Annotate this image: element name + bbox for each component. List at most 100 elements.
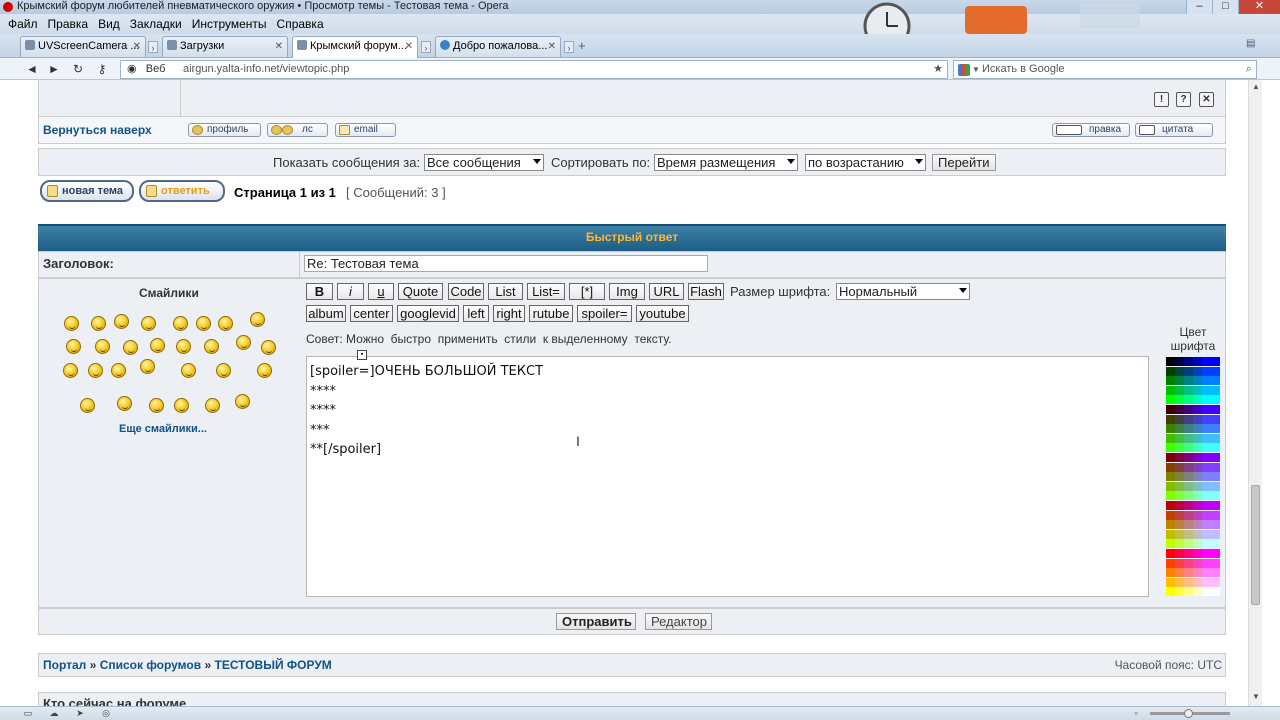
color-swatch[interactable] [1166, 414, 1175, 424]
menu-tools[interactable]: Инструменты [192, 17, 267, 31]
smiley-icon[interactable] [95, 339, 110, 354]
color-swatch[interactable] [1175, 376, 1184, 386]
tab-scroll-icon[interactable]: › [148, 41, 158, 53]
color-swatch[interactable] [1193, 433, 1202, 443]
color-swatch[interactable] [1193, 577, 1202, 587]
color-swatch[interactable] [1184, 539, 1193, 549]
smiley-icon[interactable] [141, 316, 156, 331]
color-swatch[interactable] [1202, 558, 1211, 568]
color-swatch[interactable] [1211, 520, 1220, 530]
code-button[interactable]: Code [448, 283, 484, 300]
smiley-icon[interactable] [117, 396, 132, 411]
smiley-icon[interactable] [204, 339, 219, 354]
close-tab-icon[interactable]: ✕ [133, 37, 141, 56]
color-swatch[interactable] [1166, 501, 1175, 510]
color-swatch[interactable] [1202, 539, 1211, 549]
list-ordered-button[interactable]: List= [527, 283, 565, 300]
color-swatch[interactable] [1175, 395, 1184, 405]
color-swatch[interactable] [1184, 366, 1193, 376]
color-swatch[interactable] [1175, 357, 1184, 366]
address-field[interactable]: ◉ Веб airgun.yalta-info.net/viewtopic.ph… [120, 60, 948, 79]
quote-bbcode-button[interactable]: Quote [398, 283, 443, 300]
color-swatch[interactable] [1184, 395, 1193, 405]
color-swatch[interactable] [1166, 385, 1175, 395]
smiley-icon[interactable] [196, 316, 211, 331]
color-swatch[interactable] [1175, 472, 1184, 482]
color-swatch[interactable] [1166, 376, 1175, 386]
new-tab-icon[interactable]: + [578, 38, 586, 53]
delete-icon[interactable]: ✕ [1199, 92, 1214, 107]
color-swatch[interactable] [1184, 443, 1193, 453]
message-textarea[interactable]: [spoiler=]ОЧЕНЬ БОЛЬШОЙ ТЕКСТ **** **** … [306, 356, 1149, 597]
color-swatch[interactable] [1211, 453, 1220, 462]
color-swatch[interactable] [1202, 587, 1211, 597]
color-swatch[interactable] [1211, 472, 1220, 482]
color-swatch[interactable] [1184, 376, 1193, 386]
tab-uvscreencamera[interactable]: UVScreenCamera ... ✕ [20, 36, 146, 57]
color-swatch[interactable] [1184, 433, 1193, 443]
maximize-button[interactable]: □ [1212, 0, 1238, 14]
spoiler-button[interactable]: spoiler= [577, 305, 632, 322]
right-button[interactable]: right [493, 305, 525, 322]
color-swatch[interactable] [1193, 414, 1202, 424]
sort-order-select[interactable]: по возрастанию [805, 154, 926, 171]
smiley-icon[interactable] [181, 363, 196, 378]
tab-scroll-icon[interactable]: › [421, 41, 431, 53]
smiley-icon[interactable] [261, 340, 276, 355]
color-swatch[interactable] [1193, 424, 1202, 434]
color-swatch[interactable] [1193, 510, 1202, 520]
color-swatch[interactable] [1211, 385, 1220, 395]
color-swatch[interactable] [1202, 443, 1211, 453]
reload-icon[interactable]: ↻ [70, 61, 86, 77]
color-swatch[interactable] [1166, 481, 1175, 491]
color-swatch[interactable] [1193, 549, 1202, 558]
color-swatch[interactable] [1193, 481, 1202, 491]
color-swatch[interactable] [1211, 462, 1220, 472]
color-swatch[interactable] [1166, 520, 1175, 530]
smiley-icon[interactable] [150, 338, 165, 353]
color-swatch[interactable] [1175, 568, 1184, 578]
smiley-icon[interactable] [174, 398, 189, 413]
tab-menu-icon[interactable]: ▤ [1246, 38, 1255, 49]
color-swatch[interactable] [1175, 501, 1184, 510]
color-swatch[interactable] [1211, 405, 1220, 414]
color-swatch[interactable] [1166, 558, 1175, 568]
color-swatch[interactable] [1211, 395, 1220, 405]
color-swatch[interactable] [1184, 414, 1193, 424]
panel-toggle-icon[interactable]: ▭ [22, 708, 34, 719]
color-swatch[interactable] [1193, 443, 1202, 453]
color-swatch[interactable] [1193, 395, 1202, 405]
color-swatch[interactable] [1211, 433, 1220, 443]
rutube-button[interactable]: rutube [529, 305, 573, 322]
scroll-up-icon[interactable]: ▲ [1252, 82, 1260, 91]
color-swatch[interactable] [1193, 453, 1202, 462]
close-tab-icon[interactable]: ✕ [405, 37, 413, 56]
color-swatch[interactable] [1193, 539, 1202, 549]
color-swatch[interactable] [1193, 462, 1202, 472]
smiley-icon[interactable] [91, 316, 106, 331]
menu-help[interactable]: Справка [277, 17, 324, 31]
color-swatch[interactable] [1193, 587, 1202, 597]
zoom-slider-knob[interactable] [1184, 709, 1193, 718]
color-swatch[interactable] [1202, 366, 1211, 376]
smiley-icon[interactable] [140, 359, 155, 374]
menu-edit[interactable]: Правка [48, 17, 89, 31]
left-button[interactable]: left [463, 305, 489, 322]
color-swatch[interactable] [1175, 539, 1184, 549]
color-swatch[interactable] [1184, 587, 1193, 597]
color-swatch[interactable] [1175, 510, 1184, 520]
list-item-button[interactable]: [*] [569, 283, 605, 300]
smiley-icon[interactable] [111, 363, 126, 378]
resize-handle-icon[interactable]: ▪ [357, 350, 367, 360]
color-swatch[interactable] [1175, 414, 1184, 424]
color-swatch[interactable] [1211, 481, 1220, 491]
smiley-icon[interactable] [218, 316, 233, 331]
breadcrumb-test-forum[interactable]: ТЕСТОВЫЙ ФОРУМ [214, 658, 331, 672]
color-swatch[interactable] [1202, 385, 1211, 395]
color-swatch[interactable] [1211, 539, 1220, 549]
color-swatch[interactable] [1175, 443, 1184, 453]
color-swatch[interactable] [1175, 366, 1184, 376]
color-swatch[interactable] [1211, 558, 1220, 568]
zoom-fit-icon[interactable]: ▫ [1130, 708, 1142, 719]
pm-button[interactable]: лс [267, 123, 328, 137]
